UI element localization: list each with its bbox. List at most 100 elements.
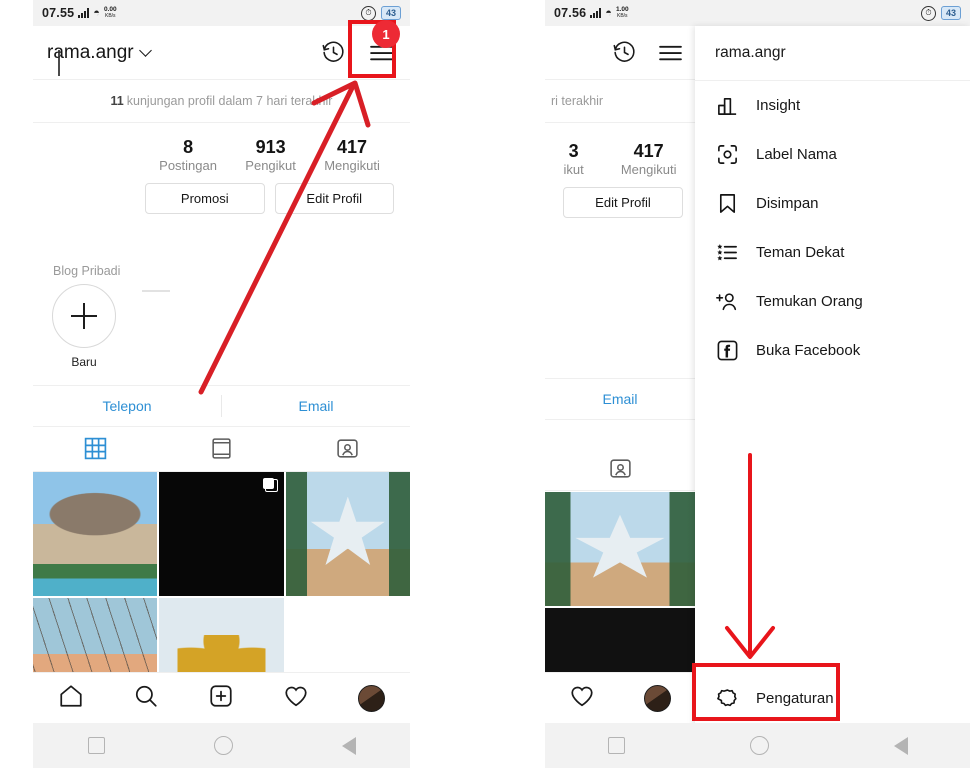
- profile-bio: [33, 214, 410, 260]
- facebook-icon: [715, 339, 739, 363]
- menu-item-buka-facebook[interactable]: Buka Facebook: [695, 326, 970, 375]
- wifi-icon: ◓: [605, 6, 612, 19]
- bookmark-icon: [715, 192, 739, 216]
- menu-item-teman-dekat[interactable]: Teman Dekat: [695, 228, 970, 277]
- stat-value: 8: [183, 137, 194, 157]
- profile-summary: 8 Postingan 913 Pengikut 417 Mengikuti P…: [33, 123, 410, 214]
- behind-stat-mengikuti[interactable]: 417 Mengikuti: [621, 141, 677, 177]
- menu-item-label-nama[interactable]: Label Nama: [695, 130, 970, 179]
- tab-reels[interactable]: [159, 427, 285, 471]
- highlight-title: Blog Pribadi: [53, 263, 121, 278]
- post-canopy[interactable]: [33, 471, 158, 597]
- status-left-group: 07.55 ◓ 0.00 KB/s: [42, 6, 117, 20]
- nav-activity-icon[interactable]: [569, 683, 595, 714]
- menu-item-label: Disimpan: [756, 195, 819, 212]
- behind-stats-row: 3 ikut 417 Mengikuti: [545, 123, 695, 177]
- sysnav-home-icon[interactable]: [749, 736, 769, 755]
- tab-tagged[interactable]: [284, 427, 410, 471]
- nav-home-icon[interactable]: [58, 683, 84, 714]
- close-friends-list-icon: [715, 241, 739, 265]
- menu-item-label: Insight: [756, 97, 801, 114]
- visits-count: 11: [110, 94, 124, 108]
- sysnav-recents-icon[interactable]: [87, 737, 105, 754]
- promote-button[interactable]: Promosi: [145, 182, 265, 214]
- status-right-group: ⏱ 43: [920, 5, 961, 21]
- stat-mengikuti[interactable]: 417 Mengikuti: [324, 137, 380, 173]
- side-drawer-menu: rama.angr Insight Label Nama Disimpan Te…: [695, 26, 970, 768]
- status-right-group: ⏱ 43: [360, 5, 401, 21]
- username-switcher[interactable]: rama.angr: [47, 42, 152, 64]
- status-time: 07.55: [42, 6, 75, 20]
- right-system-nav: [545, 723, 970, 768]
- behind-email-button[interactable]: Email: [545, 378, 695, 420]
- signal-bars-icon: [78, 8, 90, 18]
- post-black[interactable]: [159, 471, 284, 597]
- menu-item-label: Teman Dekat: [756, 244, 845, 261]
- behind-stat-pengikut[interactable]: 3 ikut: [564, 141, 584, 177]
- right-phone-screen: 07.56 ◓ 1.00 KB/s ⏱ 43 ri terakhir 3 iku…: [545, 0, 970, 768]
- email-button[interactable]: Email: [222, 386, 410, 426]
- stat-label: Mengikuti: [620, 161, 677, 177]
- behind-visits-fragment: ri terakhir: [545, 80, 695, 123]
- stat-value: 913: [255, 137, 286, 157]
- menu-item-insight[interactable]: Insight: [695, 81, 970, 130]
- sysnav-recents-icon[interactable]: [607, 737, 625, 754]
- wifi-icon: ◓: [93, 6, 100, 19]
- nametag-icon: [715, 143, 739, 167]
- right-status-bar: 07.56 ◓ 1.00 KB/s ⏱ 43: [545, 0, 970, 26]
- visits-text: kunjungan profil dalam 7 hari terakhir: [126, 94, 333, 108]
- stats-row: 8 Postingan 913 Pengikut 417 Mengikuti: [145, 137, 394, 173]
- sysnav-home-icon[interactable]: [213, 736, 233, 755]
- highlight-label: Baru: [71, 354, 97, 369]
- drawer-username: rama.angr: [695, 26, 970, 81]
- stat-value: 417: [337, 137, 368, 157]
- menu-item-label: Buka Facebook: [756, 342, 861, 359]
- stat-pengikut[interactable]: 913 Pengikut: [245, 137, 296, 173]
- behind-edit-profile-button[interactable]: Edit Profil: [563, 186, 683, 218]
- status-left-group: 07.56 ◓ 1.00 KB/s: [554, 6, 629, 20]
- profile-visits-row: 11 kunjungan profil dalam 7 hari terakhi…: [33, 80, 410, 123]
- nav-profile-avatar-icon[interactable]: [643, 684, 671, 712]
- signal-bars-icon: [590, 8, 602, 18]
- post-star[interactable]: [285, 471, 410, 597]
- bar-chart-icon: [715, 94, 739, 118]
- battery-indicator: 43: [380, 6, 401, 20]
- edit-profile-button[interactable]: Edit Profil: [274, 182, 394, 214]
- network-speed: 0.00 KB/s: [104, 7, 117, 19]
- stat-label: Postingan: [159, 157, 217, 173]
- alarm-icon: ⏱: [360, 5, 376, 21]
- tab-grid[interactable]: [33, 427, 159, 471]
- phone-button[interactable]: Telepon: [33, 386, 221, 426]
- nav-activity-icon[interactable]: [283, 683, 309, 714]
- plus-icon: [71, 302, 97, 329]
- clock-history-icon[interactable]: [609, 38, 639, 68]
- menu-item-label: Temukan Orang: [756, 293, 863, 310]
- stat-postingan[interactable]: 8 Postingan: [159, 137, 217, 173]
- behind-app-bar: [545, 26, 695, 80]
- status-time: 07.56: [554, 6, 587, 20]
- nav-profile-avatar-icon[interactable]: [358, 684, 386, 712]
- stats-column: 8 Postingan 913 Pengikut 417 Mengikuti P…: [145, 137, 394, 214]
- highlight-circle[interactable]: [52, 283, 116, 348]
- contact-row: Telepon Email: [33, 384, 410, 427]
- menu-item-disimpan[interactable]: Disimpan: [695, 179, 970, 228]
- right-bottom-nav: [545, 672, 695, 723]
- sysnav-back-icon[interactable]: [341, 736, 356, 755]
- sysnav-back-icon[interactable]: [893, 736, 908, 755]
- nav-create-icon[interactable]: [208, 683, 234, 714]
- text-caret: [58, 50, 60, 76]
- highlight-new[interactable]: Baru: [49, 283, 119, 369]
- nav-search-icon[interactable]: [133, 683, 159, 714]
- hamburger-menu-icon[interactable]: [655, 38, 685, 68]
- clock-history-icon[interactable]: [318, 38, 348, 68]
- stat-label: Mengikuti: [324, 157, 380, 173]
- multi-post-icon: [262, 477, 278, 492]
- behind-post-star[interactable]: [545, 492, 695, 606]
- network-speed-unit: KB/s: [616, 12, 628, 19]
- red-box-pengaturan: [692, 663, 840, 721]
- menu-item-temukan-orang[interactable]: Temukan Orang: [695, 277, 970, 326]
- behind-post-dark[interactable]: [545, 608, 695, 672]
- profile-avatar-slot[interactable]: [49, 137, 145, 214]
- behind-tab-tagged[interactable]: [545, 446, 695, 491]
- menu-notification-badge: 1: [372, 20, 400, 48]
